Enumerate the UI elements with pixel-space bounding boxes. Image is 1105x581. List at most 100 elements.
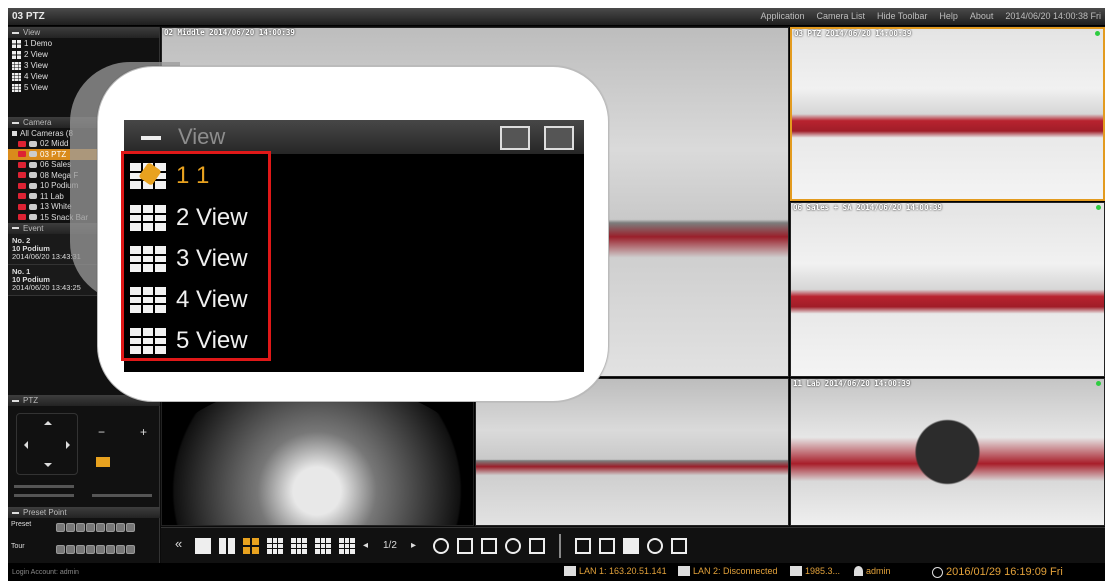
tour-button[interactable]: [96, 545, 105, 554]
tour-button[interactable]: [56, 545, 65, 554]
ptz-down-arrow-icon[interactable]: [44, 463, 52, 471]
preset-button[interactable]: [56, 523, 65, 532]
event-time: 2014/06/20 13:43:25: [12, 282, 81, 292]
exit-icon[interactable]: [529, 538, 545, 554]
collapse-icon[interactable]: [12, 399, 19, 402]
camera-icon: [29, 140, 37, 147]
refresh-icon[interactable]: [433, 538, 449, 554]
camera-label: 02 Midd: [40, 139, 69, 149]
camera-icon: [29, 193, 37, 200]
search-icon[interactable]: [505, 538, 521, 554]
iris-slider[interactable]: [92, 494, 152, 497]
zoomed-view-title: View: [178, 124, 226, 149]
layout-2-button[interactable]: [219, 538, 235, 554]
status-led-icon: [1095, 31, 1100, 36]
preset-button[interactable]: [86, 523, 95, 532]
menu-hide-toolbar[interactable]: Hide Toolbar: [877, 11, 927, 21]
view-item-label: 3 View: [24, 61, 48, 70]
tour-button[interactable]: [126, 545, 135, 554]
video-feed: [791, 379, 1104, 525]
menu-application[interactable]: Application: [760, 11, 804, 21]
preset-section-header[interactable]: Preset Point: [8, 507, 160, 518]
ptz-camera-icon: [29, 151, 37, 158]
tour-button[interactable]: [116, 545, 125, 554]
ptz-right-arrow-icon[interactable]: [66, 441, 74, 449]
collapse-icon[interactable]: [12, 121, 19, 124]
lan1-text: LAN 1: 163.20.51.141: [579, 566, 667, 576]
view-item-label: 4 View: [24, 72, 48, 81]
view-item-2[interactable]: 2 View: [8, 49, 159, 60]
collapse-icon[interactable]: [12, 31, 19, 34]
video-tile-03-ptz[interactable]: 03 PTZ 2014/06/20 14:00:39: [790, 27, 1105, 201]
tour-button[interactable]: [106, 545, 115, 554]
preset-button[interactable]: [96, 523, 105, 532]
speed-slider[interactable]: [14, 485, 74, 488]
zoom-out-icon[interactable]: −: [98, 425, 105, 439]
zoom-in-icon[interactable]: +: [140, 425, 147, 439]
ptz-up-arrow-icon[interactable]: [44, 417, 52, 425]
lan1-status: LAN 1: 163.20.51.141: [564, 566, 667, 576]
view-item-label: 2 View: [24, 50, 48, 59]
lan2-status: LAN 2: Disconnected: [678, 566, 778, 576]
close-stream-icon[interactable]: [599, 538, 615, 554]
info-icon: [932, 566, 943, 578]
delete-view-icon[interactable]: [544, 126, 574, 150]
menu-help[interactable]: Help: [939, 11, 958, 21]
collapse-icon[interactable]: [12, 227, 19, 229]
page-prev-icon[interactable]: ◂: [363, 540, 368, 551]
view-item-1[interactable]: 1 Demo: [8, 38, 159, 49]
system-datetime: 2014/06/20 14:00:38 Fri: [1005, 11, 1101, 21]
snapshot-icon[interactable]: [575, 538, 591, 554]
layout-4-button[interactable]: [243, 538, 259, 554]
preset-button[interactable]: [126, 523, 135, 532]
layout-grid-icon: [12, 72, 21, 81]
disk-status: 1985.3...: [790, 566, 840, 576]
event-section-title: Event: [23, 223, 44, 233]
menu-about[interactable]: About: [970, 11, 994, 21]
playback-icon[interactable]: [623, 538, 639, 554]
collapse-icon[interactable]: [141, 136, 161, 140]
layout-6-button[interactable]: [291, 538, 307, 554]
camera-label: 11 Lab: [40, 191, 64, 201]
ptz-section-title: PTZ: [23, 396, 39, 405]
tree-toggle-icon[interactable]: [12, 130, 17, 136]
video-tile-11-lab[interactable]: 11 Lab 2014/06/20 14:00:39: [790, 378, 1105, 526]
layout-8-button[interactable]: [315, 538, 331, 554]
monitor-icon[interactable]: [481, 538, 497, 554]
page-next-icon[interactable]: ▸: [411, 540, 416, 551]
rotate-icon[interactable]: [647, 538, 663, 554]
edit-view-icon[interactable]: [500, 126, 530, 150]
window-title: 03 PTZ: [12, 11, 45, 22]
collapse-sidebar-button[interactable]: «: [175, 536, 182, 551]
record-icon: [18, 203, 26, 210]
camera-icon: [29, 161, 37, 168]
preset-button[interactable]: [116, 523, 125, 532]
ptz-left-arrow-icon[interactable]: [20, 441, 28, 449]
tour-buttons: [56, 541, 156, 559]
layout-10-button[interactable]: [339, 538, 355, 554]
disk-text: 1985.3...: [805, 566, 841, 576]
tour-button[interactable]: [66, 545, 75, 554]
video-tile-06-sales[interactable]: 06 Sales + SA 2014/06/20 14:00:39: [790, 202, 1105, 377]
tour-button[interactable]: [86, 545, 95, 554]
fullscreen-icon[interactable]: [457, 538, 473, 554]
view-section-title: View: [23, 28, 41, 37]
settings-icon[interactable]: [671, 538, 687, 554]
layout-9-button[interactable]: [267, 538, 283, 554]
preset-button[interactable]: [106, 523, 115, 532]
focus-slider[interactable]: [14, 494, 74, 497]
ptz-hand-icon[interactable]: [96, 457, 110, 467]
layout-1-button[interactable]: [195, 538, 211, 554]
menu-camera-list[interactable]: Camera List: [816, 11, 865, 21]
record-icon: [18, 161, 26, 168]
collapse-icon[interactable]: [12, 511, 19, 514]
preset-button[interactable]: [66, 523, 75, 532]
title-bar: 03 PTZ Application Camera List Hide Tool…: [8, 8, 1105, 26]
tour-button[interactable]: [76, 545, 85, 554]
preset-button[interactable]: [76, 523, 85, 532]
layout-grid-icon: [12, 50, 21, 59]
preset-buttons: [56, 519, 156, 537]
view-section-header[interactable]: View: [8, 27, 159, 38]
top-menu: Application Camera List Hide Toolbar Hel…: [760, 11, 1101, 21]
ptz-direction-pad[interactable]: [16, 413, 78, 475]
